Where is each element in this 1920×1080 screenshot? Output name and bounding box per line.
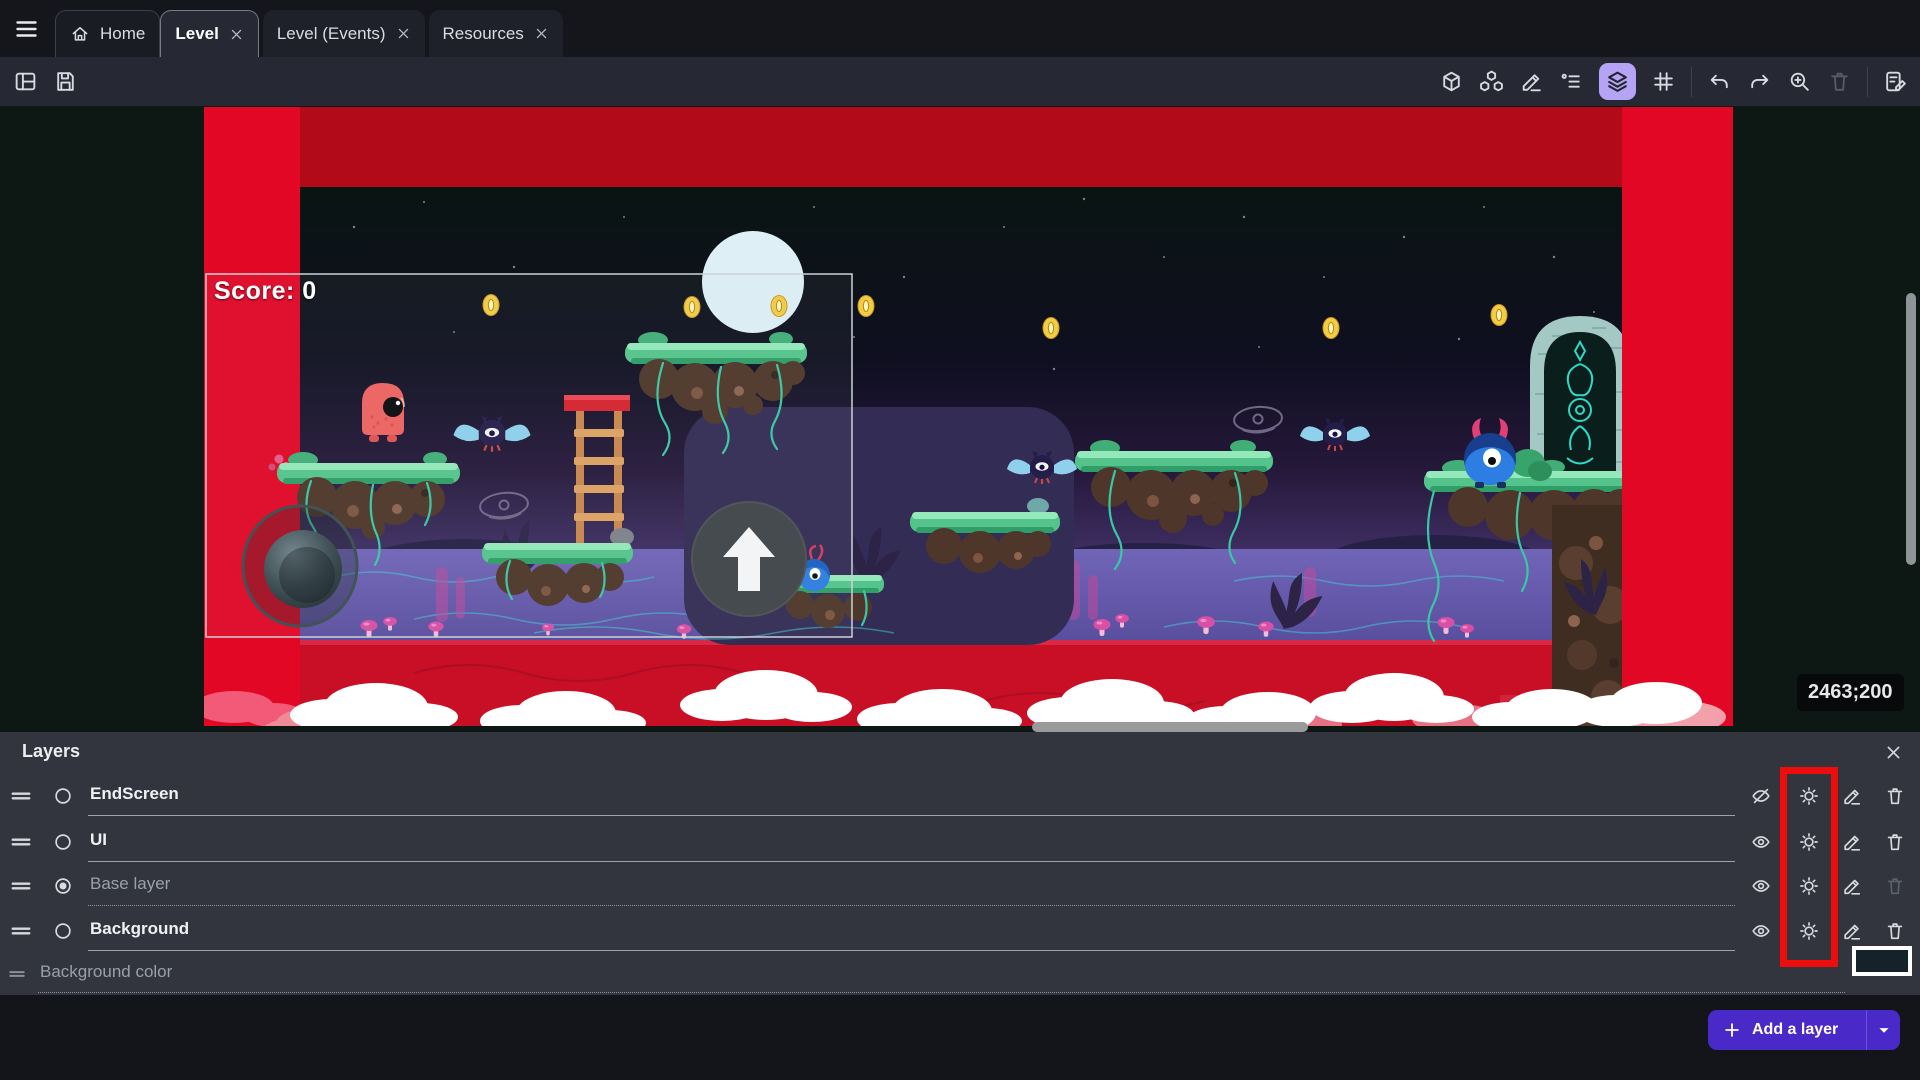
bottom-bar: Add a layer bbox=[0, 995, 1920, 1080]
tab-label: Level bbox=[175, 24, 218, 44]
layer-radio[interactable] bbox=[52, 831, 74, 853]
layer-row-background: Background bbox=[0, 909, 1920, 953]
layout-panels-icon[interactable] bbox=[13, 69, 38, 94]
grid-icon[interactable] bbox=[1651, 69, 1676, 94]
drag-handle-icon[interactable] bbox=[10, 920, 32, 942]
delete-layer-icon[interactable] bbox=[1884, 831, 1906, 853]
visibility-icon[interactable] bbox=[1750, 875, 1772, 897]
delete-layer-icon[interactable] bbox=[1884, 920, 1906, 942]
layer-row-ui: UI bbox=[0, 820, 1920, 864]
vertical-scrollbar[interactable] bbox=[1906, 293, 1916, 565]
camera-frame bbox=[206, 274, 852, 637]
edit-effects-icon[interactable] bbox=[1841, 875, 1863, 897]
scene-editor-canvas[interactable]: Score: 0 2463;200 bbox=[0, 106, 1920, 732]
close-icon[interactable] bbox=[396, 26, 411, 41]
horizontal-scrollbar[interactable] bbox=[1032, 722, 1308, 732]
drag-handle-icon[interactable] bbox=[10, 831, 32, 853]
delete-icon[interactable] bbox=[1827, 69, 1852, 94]
edit-pencil-icon[interactable] bbox=[1519, 69, 1544, 94]
layers-panel-title: Layers bbox=[22, 741, 80, 762]
close-panel-icon[interactable] bbox=[1884, 743, 1903, 762]
gdevelop-editor: Home Level Level (Events) Resources bbox=[0, 0, 1920, 1080]
tab-resources[interactable]: Resources bbox=[429, 10, 563, 57]
tab-level[interactable]: Level bbox=[160, 10, 258, 57]
tab-label: Resources bbox=[443, 24, 524, 44]
visibility-off-icon[interactable] bbox=[1750, 785, 1772, 807]
visibility-icon[interactable] bbox=[1750, 920, 1772, 942]
background-color-label: Background color bbox=[40, 962, 172, 982]
layers-icon bbox=[1605, 69, 1630, 94]
edit-effects-icon[interactable] bbox=[1841, 785, 1863, 807]
delete-layer-icon-disabled bbox=[1884, 875, 1906, 897]
tab-bar: Home Level Level (Events) Resources bbox=[0, 0, 1920, 57]
add-layer-dropdown[interactable] bbox=[1867, 1019, 1900, 1041]
drag-handle-icon[interactable] bbox=[10, 785, 32, 807]
tab-level-events[interactable]: Level (Events) bbox=[263, 10, 425, 57]
add-layer-label: Add a layer bbox=[1752, 1021, 1838, 1039]
layer-name-field[interactable]: EndScreen bbox=[90, 784, 179, 804]
portal-arch[interactable] bbox=[1530, 316, 1630, 482]
toolbar: Preview Publish bbox=[0, 57, 1920, 106]
tab-label: Home bbox=[100, 24, 145, 44]
close-icon[interactable] bbox=[534, 26, 549, 41]
main-menu-icon[interactable] bbox=[13, 17, 40, 41]
cursor-coordinates: 2463;200 bbox=[1797, 674, 1904, 711]
visibility-icon[interactable] bbox=[1750, 831, 1772, 853]
annotation-highlight-box bbox=[1780, 767, 1838, 967]
score-text-object[interactable]: Score: 0 bbox=[214, 277, 317, 306]
background-color-swatch[interactable] bbox=[1852, 946, 1912, 976]
edit-scene-properties-icon[interactable] bbox=[1883, 69, 1908, 94]
background-color-row: Background color bbox=[0, 952, 1920, 994]
edit-effects-icon[interactable] bbox=[1841, 920, 1863, 942]
layer-row-endscreen: EndScreen bbox=[0, 774, 1920, 818]
layers-panel: Layers EndScreen UI Base layer bbox=[0, 732, 1920, 995]
plus-icon bbox=[1722, 1020, 1742, 1040]
edit-effects-icon[interactable] bbox=[1841, 831, 1863, 853]
tab-home[interactable]: Home bbox=[55, 10, 160, 57]
layer-radio-selected[interactable] bbox=[52, 875, 74, 897]
delete-layer-icon[interactable] bbox=[1884, 785, 1906, 807]
layer-name-field[interactable]: UI bbox=[90, 830, 107, 850]
layer-name-field[interactable]: Base layer bbox=[90, 874, 170, 894]
objects-panel-icon[interactable] bbox=[1439, 69, 1464, 94]
scene-art bbox=[204, 107, 1733, 726]
zoom-in-icon[interactable] bbox=[1787, 69, 1812, 94]
chevron-down-icon bbox=[1873, 1019, 1895, 1041]
scene-viewport[interactable]: Score: 0 bbox=[204, 107, 1733, 726]
layer-name-field[interactable]: Background bbox=[90, 919, 189, 939]
save-icon[interactable] bbox=[53, 69, 78, 94]
drag-handle-icon[interactable] bbox=[10, 875, 32, 897]
home-icon bbox=[70, 24, 90, 44]
scene-border-right bbox=[1622, 107, 1733, 726]
layer-row-base: Base layer bbox=[0, 864, 1920, 908]
drag-handle-icon bbox=[8, 965, 26, 983]
add-layer-button[interactable]: Add a layer bbox=[1708, 1010, 1900, 1050]
instances-list-icon[interactable] bbox=[1559, 69, 1584, 94]
redo-icon[interactable] bbox=[1747, 69, 1772, 94]
layer-radio[interactable] bbox=[52, 920, 74, 942]
tab-label: Level (Events) bbox=[277, 24, 386, 44]
close-icon[interactable] bbox=[229, 27, 244, 42]
layer-radio[interactable] bbox=[52, 785, 74, 807]
undo-icon[interactable] bbox=[1707, 69, 1732, 94]
scene-border-top bbox=[300, 107, 1622, 187]
object-groups-icon[interactable] bbox=[1479, 69, 1504, 94]
layers-panel-toggle[interactable] bbox=[1599, 63, 1636, 100]
